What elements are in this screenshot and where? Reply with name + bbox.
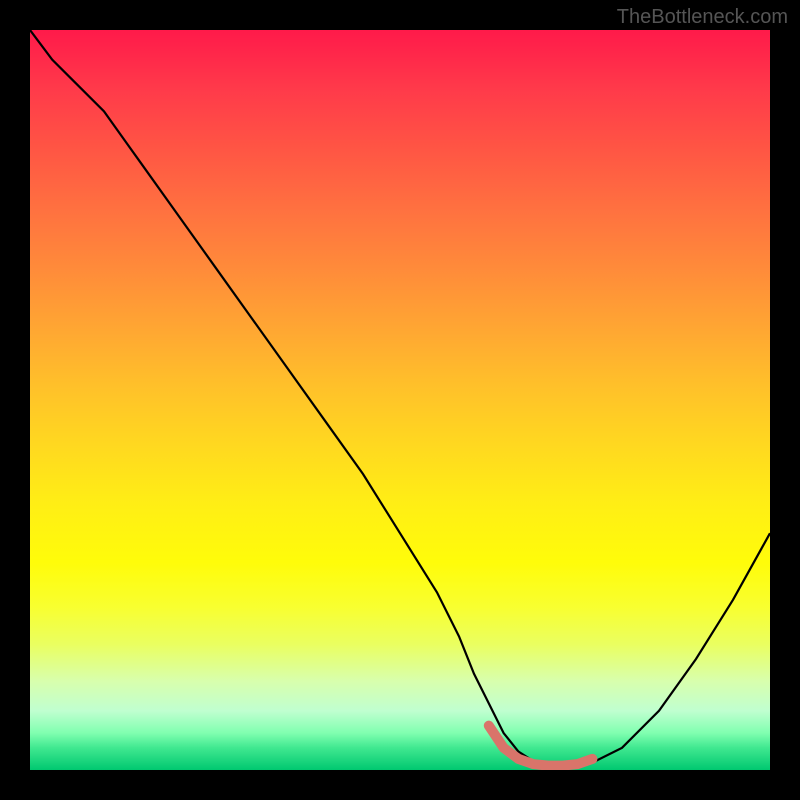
watermark-text: TheBottleneck.com <box>617 6 788 29</box>
bottleneck-curve <box>30 30 770 766</box>
optimal-range-highlight <box>489 726 593 766</box>
chart-svg <box>30 30 770 770</box>
chart-plot-area <box>30 30 770 770</box>
